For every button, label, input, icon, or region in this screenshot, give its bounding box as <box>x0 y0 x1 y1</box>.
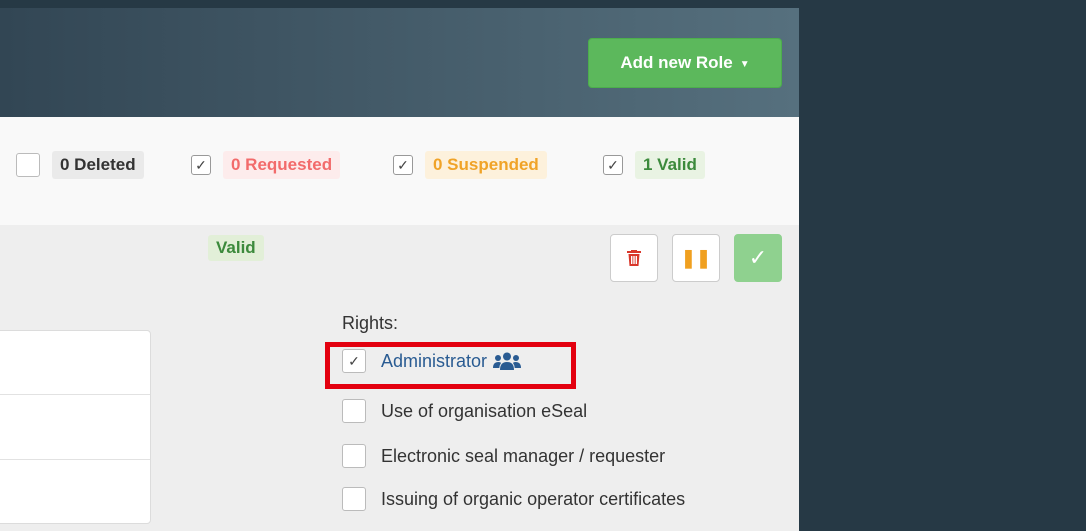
filter-deleted: 0 Deleted <box>16 151 144 179</box>
trash-icon <box>627 250 641 266</box>
right-organic-certs: Issuing of organic operator certificates <box>342 487 685 511</box>
right-organic-certs-label: Issuing of organic operator certificates <box>381 488 686 509</box>
panel-header: Add new Role ▼ <box>0 8 799 117</box>
delete-role-button[interactable] <box>610 234 658 282</box>
filter-suspended-label: 0 Suspended <box>425 151 547 179</box>
filter-deleted-checkbox[interactable] <box>16 153 40 177</box>
right-eseal: Use of organisation eSeal <box>342 399 587 423</box>
right-seal-manager-checkbox[interactable] <box>342 444 366 468</box>
filter-valid-checkbox[interactable]: ✓ <box>603 155 623 175</box>
right-organic-certs-checkbox[interactable] <box>342 487 366 511</box>
add-new-role-button[interactable]: Add new Role ▼ <box>588 38 782 88</box>
validate-role-button[interactable]: ✓ <box>734 234 782 282</box>
filter-valid: ✓ 1 Valid <box>603 151 705 179</box>
form-divider <box>0 459 150 460</box>
administrator-highlight-box <box>325 342 576 389</box>
status-filter-bar: 0 Deleted ✓ 0 Requested ✓ 0 Suspended ✓ … <box>0 117 799 225</box>
caret-down-icon: ▼ <box>739 58 750 70</box>
filter-valid-label: 1 Valid <box>635 151 705 179</box>
role-form-fields <box>0 330 151 524</box>
check-icon: ✓ <box>748 245 768 270</box>
right-eseal-checkbox[interactable] <box>342 399 366 423</box>
right-seal-manager: Electronic seal manager / requester <box>342 444 665 468</box>
right-eseal-label: Use of organisation eSeal <box>381 400 588 421</box>
filter-suspended: ✓ 0 Suspended <box>393 151 547 179</box>
filter-requested-checkbox[interactable]: ✓ <box>191 155 211 175</box>
filter-requested: ✓ 0 Requested <box>191 151 341 179</box>
form-divider <box>0 394 150 395</box>
role-status-badge: Valid <box>208 235 264 261</box>
suspend-role-button[interactable]: ❚❚ <box>672 234 720 282</box>
right-seal-manager-label: Electronic seal manager / requester <box>381 445 666 466</box>
pause-icon: ❚❚ <box>680 247 712 268</box>
add-new-role-label: Add new Role <box>620 53 733 72</box>
filter-suspended-checkbox[interactable]: ✓ <box>393 155 413 175</box>
role-panel: Add new Role ▼ 0 Deleted ✓ 0 Requested ✓… <box>0 8 799 531</box>
filter-requested-label: 0 Requested <box>223 151 341 179</box>
rights-title: Rights: <box>342 313 399 333</box>
role-details: Valid ❚❚ ✓ Rights: ✓ Administrator Use o… <box>0 225 799 531</box>
filter-deleted-label: 0 Deleted <box>52 151 144 179</box>
